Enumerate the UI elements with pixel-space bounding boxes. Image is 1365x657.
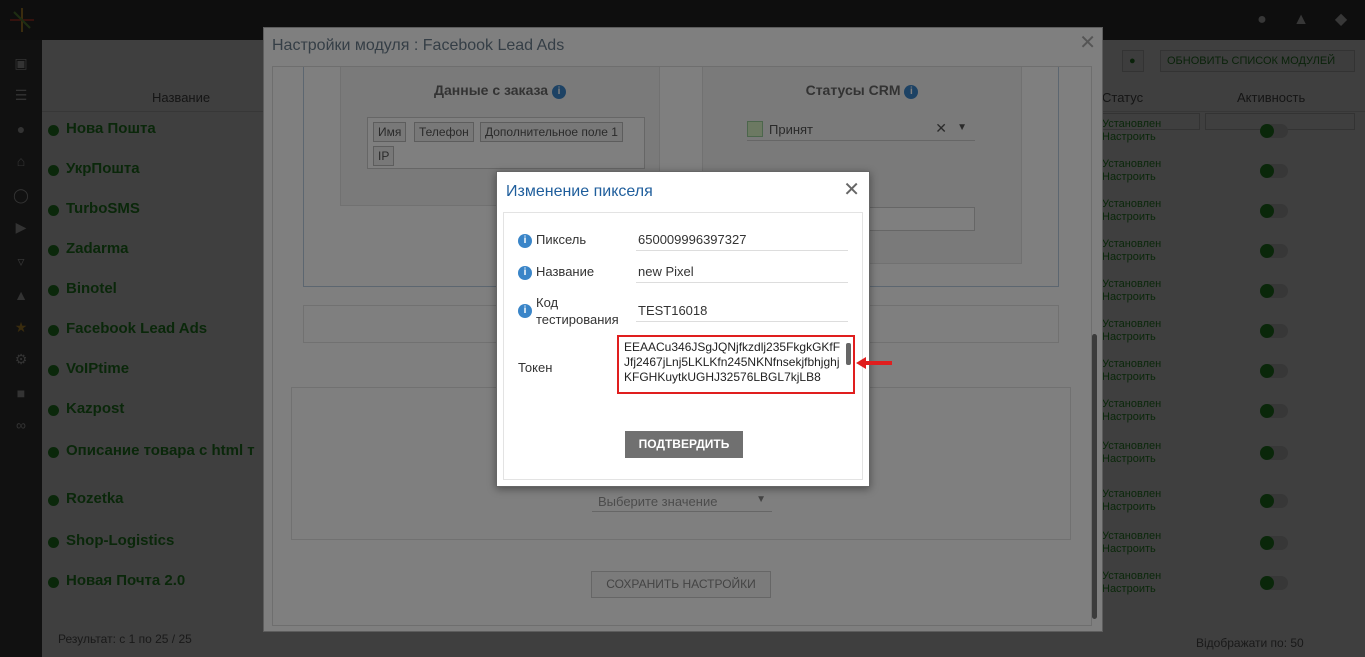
info-icon: i [518,234,532,248]
name-row: i Название new Pixel [518,261,854,285]
token-textarea[interactable]: EEAACu346JSgJQNjfkzdlj235FkgkGKfFJfj2467… [617,335,855,394]
name-input[interactable]: new Pixel [636,261,848,283]
edit-pixel-dialog: Изменение пикселя ✕ i Пиксель 65000999639… [496,171,870,487]
test-code-row: i Код тестирования TEST16018 [518,293,854,329]
token-value: EEAACu346JSgJQNjfkzdlj235FkgkGKfFJfj2467… [624,340,841,384]
dialog-title: Изменение пикселя [506,183,653,200]
token-label: Токен [518,360,553,375]
dialog-body: i Пиксель 650009996397327 i Название new P… [503,212,863,480]
info-icon: i [518,266,532,280]
confirm-button[interactable]: ПОДТВЕРДИТЬ [625,431,743,458]
arrow-left-icon [856,357,892,369]
scrollbar[interactable] [846,343,851,365]
name-label: i Название [518,264,594,280]
test-code-input[interactable]: TEST16018 [636,300,848,322]
test-code-label: Код тестирования [536,295,619,327]
pixel-label: i Пиксель [518,232,586,248]
pixel-row: i Пиксель 650009996397327 [518,229,854,253]
info-icon: i [518,304,532,318]
close-icon[interactable]: ✕ [843,177,860,202]
pixel-input[interactable]: 650009996397327 [636,229,848,251]
